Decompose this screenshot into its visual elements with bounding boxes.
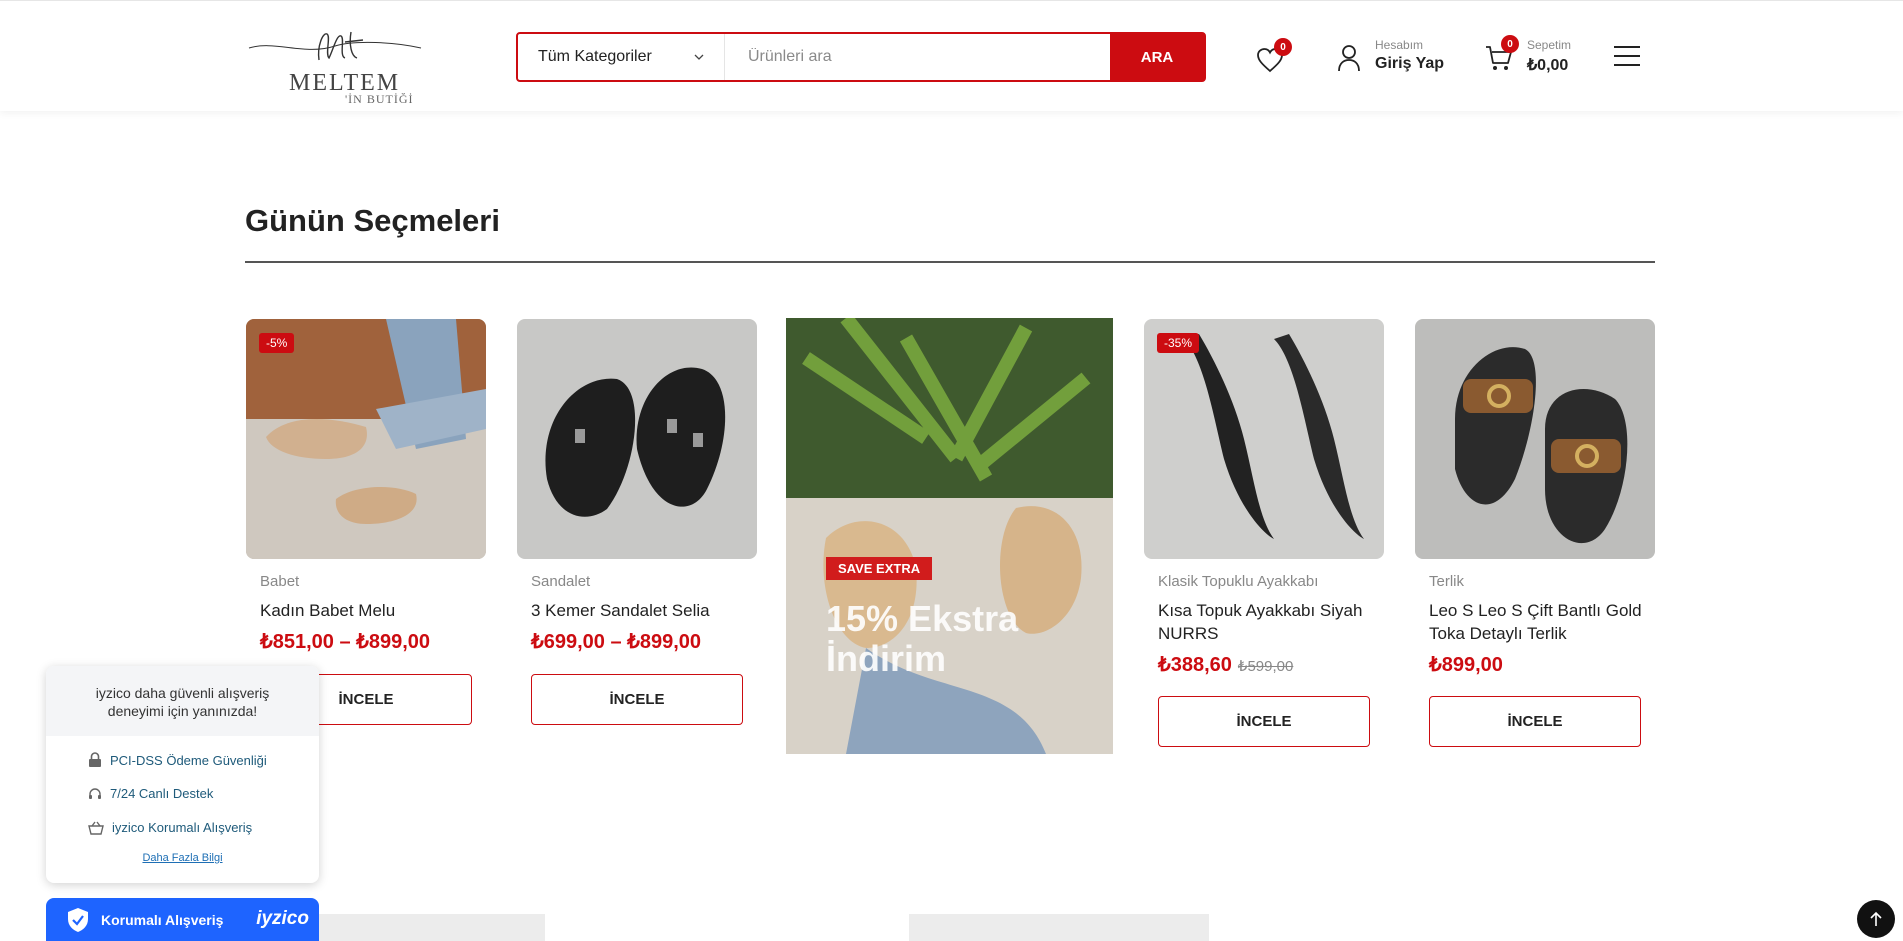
promo-tag: SAVE EXTRA	[826, 557, 933, 580]
product-photo-topuklu	[1144, 319, 1384, 559]
product-price-wrap: ₺388,60 ₺599,00	[1158, 652, 1293, 677]
product-category[interactable]: Sandalet	[531, 573, 590, 590]
account-link[interactable]: Hesabım Giriş Yap	[1337, 38, 1457, 78]
product-image[interactable]: -35%	[1144, 319, 1384, 559]
product-photo-sandalet	[517, 319, 757, 559]
logo-script-icon	[248, 31, 422, 61]
scroll-to-top-button[interactable]	[1857, 900, 1895, 938]
next-section-tile	[909, 914, 1209, 941]
arrow-up-icon	[1870, 911, 1882, 926]
product-card: -35% Klasik Topuklu Ayakkabı Kısa Topuk …	[1144, 319, 1384, 747]
user-icon	[1338, 45, 1360, 72]
promo-photo	[786, 318, 1113, 754]
section-divider	[245, 261, 1655, 263]
site-header: MELTEM 'İN BUTİĞİ Tüm Kategoriler ARA 0 …	[0, 0, 1903, 111]
login-link[interactable]: Giriş Yap	[1375, 55, 1444, 73]
iyzico-item: PCI-DSS Ödeme Güvenliği	[88, 752, 267, 768]
view-product-button[interactable]: İNCELE	[531, 674, 743, 725]
site-logo[interactable]: MELTEM 'İN BUTİĞİ	[245, 26, 425, 106]
iyzico-item-label: 7/24 Canlı Destek	[110, 786, 214, 801]
headset-icon	[89, 787, 101, 799]
iyzico-item: iyzico Korumalı Alışveriş	[88, 820, 252, 835]
search-input[interactable]	[726, 34, 1106, 80]
iyzico-bar-label: Korumalı Alışveriş	[101, 912, 224, 928]
shield-check-icon	[68, 908, 88, 932]
iyzico-brand: iyzico	[256, 908, 309, 929]
iyzico-item: 7/24 Canlı Destek	[88, 786, 213, 801]
section-title: Günün Seçmeleri	[245, 203, 500, 238]
basket-icon	[88, 821, 104, 835]
iyzico-headline: iyzico daha güvenli alışveriş deneyimi i…	[46, 666, 319, 736]
chevron-down-icon	[694, 54, 704, 60]
product-price: ₺899,00	[1429, 654, 1503, 676]
iyzico-more-link[interactable]: Daha Fazla Bilgi	[46, 852, 319, 864]
search-button[interactable]: ARA	[1110, 34, 1204, 80]
cart-link[interactable]: 0 Sepetim ₺0,00	[1485, 35, 1595, 78]
product-title[interactable]: Kadın Babet Melu	[260, 599, 490, 622]
product-image[interactable]: -5%	[246, 319, 486, 559]
product-photo-babet	[246, 319, 486, 559]
product-image[interactable]	[517, 319, 757, 559]
iyzico-trust-panel: iyzico daha güvenli alışveriş deneyimi i…	[46, 666, 319, 883]
iyzico-item-label: iyzico Korumalı Alışveriş	[112, 820, 253, 835]
product-category[interactable]: Klasik Topuklu Ayakkabı	[1158, 573, 1318, 590]
product-title[interactable]: Leo S Leo S Çift Bantlı Gold Toka Detayl…	[1429, 599, 1659, 645]
cart-label: Sepetim	[1527, 38, 1572, 52]
cart-count-badge: 0	[1501, 35, 1519, 53]
wishlist-button[interactable]: 0	[1256, 38, 1292, 73]
product-price: ₺699,00 – ₺899,00	[531, 631, 702, 653]
product-price: ₺851,00 – ₺899,00	[260, 631, 431, 653]
product-old-price: ₺599,00	[1237, 658, 1294, 675]
product-image[interactable]	[1415, 319, 1655, 559]
product-card: -5% Babet Kadın Babet Melu ₺851,00 – ₺89…	[246, 319, 486, 725]
iyzico-protected-bar[interactable]: Korumalı Alışveriş iyzico	[46, 898, 319, 941]
view-product-button[interactable]: İNCELE	[1429, 696, 1641, 747]
view-product-button[interactable]: İNCELE	[1158, 696, 1370, 747]
product-price: ₺388,60	[1158, 654, 1232, 676]
category-select-label: Tüm Kategoriler	[538, 48, 652, 65]
discount-badge: -35%	[1157, 333, 1200, 353]
product-title[interactable]: Kısa Topuk Ayakkabı Siyah NURRS	[1158, 599, 1388, 645]
lock-icon	[89, 752, 101, 767]
category-select[interactable]: Tüm Kategoriler	[518, 34, 725, 80]
promo-banner[interactable]: SAVE EXTRA 15% Ekstra İndirim	[786, 318, 1113, 754]
cart-total: ₺0,00	[1527, 57, 1569, 74]
product-card: Terlik Leo S Leo S Çift Bantlı Gold Toka…	[1415, 319, 1655, 747]
hamburger-menu-icon[interactable]	[1614, 45, 1640, 67]
product-title[interactable]: 3 Kemer Sandalet Selia	[531, 599, 761, 622]
promo-text: 15% Ekstra İndirim	[826, 598, 1019, 679]
iyzico-item-label: PCI-DSS Ödeme Güvenliği	[110, 752, 267, 768]
product-photo-terlik	[1415, 319, 1655, 559]
search-bar: Tüm Kategoriler ARA	[516, 32, 1206, 82]
logo-subtitle: 'İN BUTİĞİ	[345, 92, 414, 106]
product-category[interactable]: Terlik	[1429, 573, 1464, 590]
product-category[interactable]: Babet	[260, 573, 299, 590]
product-card: Sandalet 3 Kemer Sandalet Selia ₺699,00 …	[517, 319, 757, 725]
discount-badge: -5%	[259, 333, 295, 353]
account-label: Hesabım	[1375, 38, 1424, 52]
wishlist-count-badge: 0	[1274, 38, 1292, 56]
next-section-tile	[299, 914, 545, 941]
